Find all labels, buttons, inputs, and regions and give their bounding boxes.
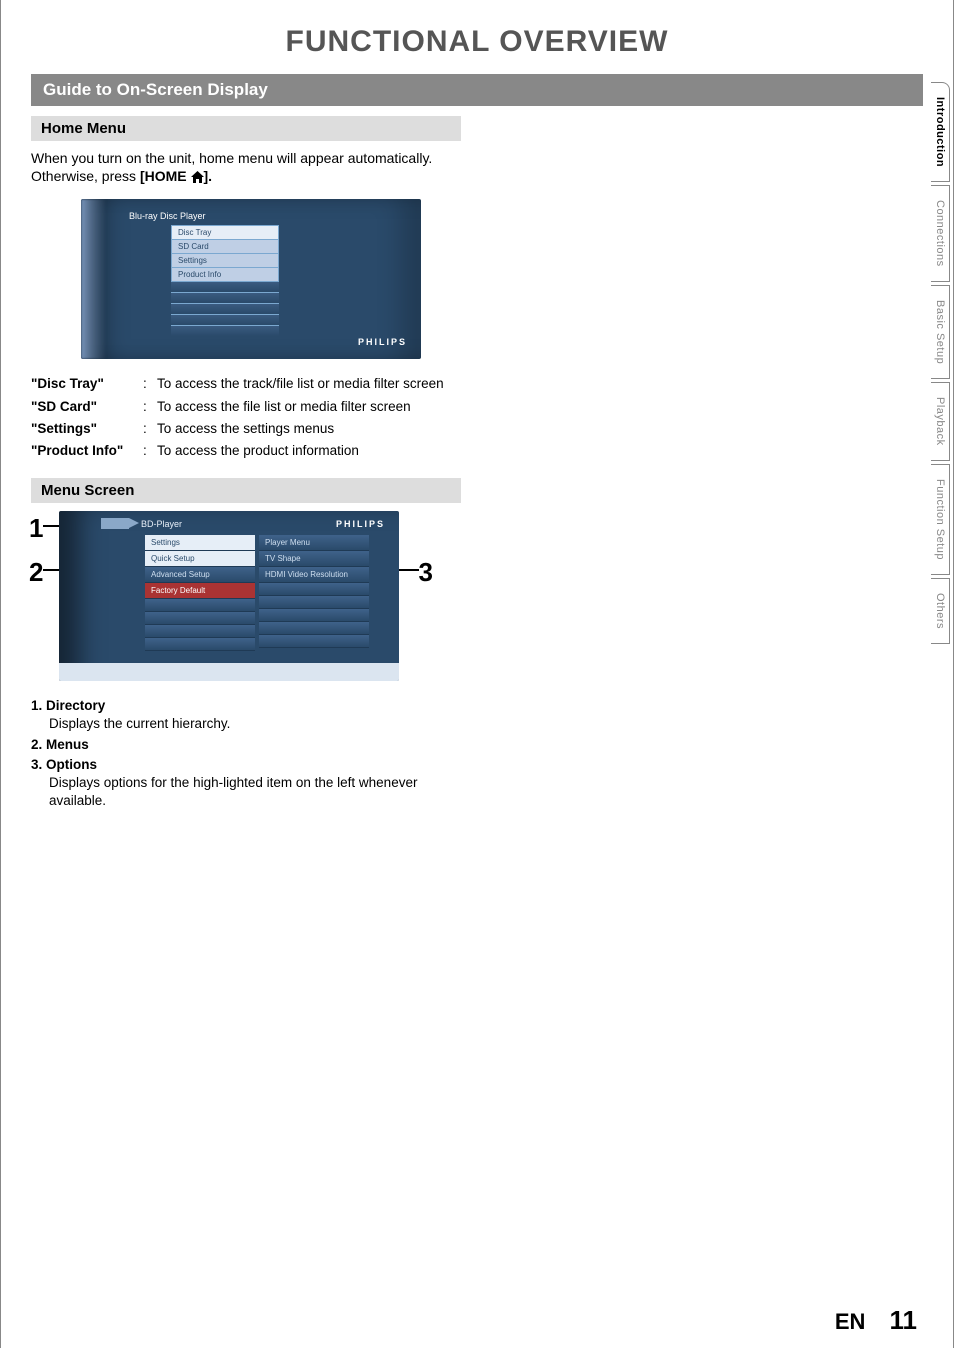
figure-highlight: [81, 199, 106, 359]
list-item: SD Card: [171, 239, 279, 253]
menu-screen-figure-wrap: 1 2 3 BD-Player PHILIPS Settings Quick S…: [31, 511, 431, 681]
home-menu-definitions: "Disc Tray" : To access the track/file l…: [31, 375, 461, 460]
tab-basic-setup[interactable]: Basic Setup: [931, 285, 950, 379]
list-item: Settings: [171, 253, 279, 267]
list-blank: [171, 281, 279, 292]
def-desc: To access the settings menus: [157, 420, 461, 438]
callout-num: 3: [419, 557, 433, 587]
list-item: 3. Options Displays options for the high…: [31, 756, 461, 811]
tab-connections[interactable]: Connections: [931, 185, 950, 282]
callout-2: 2: [29, 557, 43, 588]
tab-others[interactable]: Others: [931, 578, 950, 644]
list-item: Product Info: [171, 267, 279, 281]
menu-screen-list: 1. Directory Displays the current hierar…: [31, 697, 461, 810]
list-blank: [171, 325, 279, 336]
footer-lang: EN: [835, 1309, 866, 1334]
intro-bold: [HOME: [140, 168, 191, 184]
def-term: "Disc Tray": [31, 375, 143, 393]
def-term: "SD Card": [31, 398, 143, 416]
list-num: 1.: [31, 698, 42, 713]
menu-blank: [145, 599, 255, 612]
list-label: Options: [46, 757, 97, 772]
list-desc: Displays the current hierarchy.: [49, 715, 461, 733]
menu-blank: [259, 583, 369, 596]
breadcrumb-shape: [101, 518, 141, 529]
menu-blank: [145, 625, 255, 638]
def-row: "Product Info" : To access the product i…: [31, 442, 461, 460]
figure-footer-bar: [59, 663, 399, 681]
menu-blank: [259, 622, 369, 635]
menu-blank: [259, 596, 369, 609]
tab-playback[interactable]: Playback: [931, 382, 950, 461]
def-row: "Disc Tray" : To access the track/file l…: [31, 375, 461, 393]
home-menu-intro: When you turn on the unit, home menu wil…: [31, 149, 461, 185]
footer-page-number: 11: [890, 1305, 918, 1335]
intro-text-part: When you turn on the unit, home menu wil…: [31, 150, 432, 184]
def-desc: To access the file list or media filter …: [157, 398, 461, 416]
callout-num: 2: [29, 557, 43, 587]
figure-menu-list: Disc Tray SD Card Settings Product Info: [171, 225, 279, 336]
brand-label: PHILIPS: [336, 519, 385, 529]
list-blank: [171, 292, 279, 303]
menu-screen-heading: Menu Screen: [31, 478, 461, 503]
list-item: 1. Directory Displays the current hierar…: [31, 697, 461, 733]
def-colon: :: [143, 442, 157, 460]
list-label: Directory: [46, 698, 105, 713]
page-title: FUNCTIONAL OVERVIEW: [31, 25, 923, 59]
menu-blank: [145, 612, 255, 625]
home-menu-figure: Blu-ray Disc Player Disc Tray SD Card Se…: [81, 199, 421, 359]
menu-item: Settings: [145, 535, 255, 551]
menu-blank: [145, 638, 255, 651]
def-term: "Product Info": [31, 442, 143, 460]
section-heading: Guide to On-Screen Display: [31, 74, 923, 106]
callout-1: 1: [29, 513, 43, 544]
list-blank: [171, 314, 279, 325]
menu-item: HDMI Video Resolution: [259, 567, 369, 583]
list-item: 2. Menus: [31, 736, 461, 754]
list-num: 3.: [31, 757, 42, 772]
menu-item: Advanced Setup: [145, 567, 255, 583]
list-item: Disc Tray: [171, 225, 279, 239]
page-footer: EN 11: [835, 1305, 917, 1336]
def-row: "SD Card" : To access the file list or m…: [31, 398, 461, 416]
menu-right-stack: Player Menu TV Shape HDMI Video Resoluti…: [259, 535, 369, 651]
tab-function-setup[interactable]: Function Setup: [931, 464, 950, 575]
home-icon: [191, 171, 204, 183]
def-colon: :: [143, 375, 157, 393]
def-colon: :: [143, 420, 157, 438]
def-term: "Settings": [31, 420, 143, 438]
menu-blank: [259, 635, 369, 648]
menu-item: TV Shape: [259, 551, 369, 567]
def-colon: :: [143, 398, 157, 416]
callout-num: 1: [29, 513, 43, 543]
menu-left-stack: Settings Quick Setup Advanced Setup Fact…: [145, 535, 255, 651]
breadcrumb-label: BD-Player: [141, 519, 182, 529]
list-blank: [171, 303, 279, 314]
brand-label: PHILIPS: [358, 337, 407, 347]
callout-3: 3: [419, 557, 433, 588]
menu-blank: [259, 609, 369, 622]
home-menu-heading: Home Menu: [31, 116, 461, 141]
figure-title: Blu-ray Disc Player: [129, 211, 206, 221]
menu-item: Factory Default: [145, 583, 255, 599]
def-row: "Settings" : To access the settings menu…: [31, 420, 461, 438]
list-desc: Displays options for the high-lighted it…: [49, 774, 461, 810]
side-tabs: Introduction Connections Basic Setup Pla…: [931, 82, 950, 644]
list-label: Menus: [46, 737, 89, 752]
menu-columns: Settings Quick Setup Advanced Setup Fact…: [145, 535, 369, 651]
menu-item: Player Menu: [259, 535, 369, 551]
def-desc: To access the track/file list or media f…: [157, 375, 461, 393]
list-num: 2.: [31, 737, 42, 752]
menu-item: Quick Setup: [145, 551, 255, 567]
tab-introduction[interactable]: Introduction: [931, 82, 950, 182]
menu-screen-figure: BD-Player PHILIPS Settings Quick Setup A…: [59, 511, 399, 681]
intro-suffix: ].: [204, 168, 213, 184]
def-desc: To access the product information: [157, 442, 461, 460]
